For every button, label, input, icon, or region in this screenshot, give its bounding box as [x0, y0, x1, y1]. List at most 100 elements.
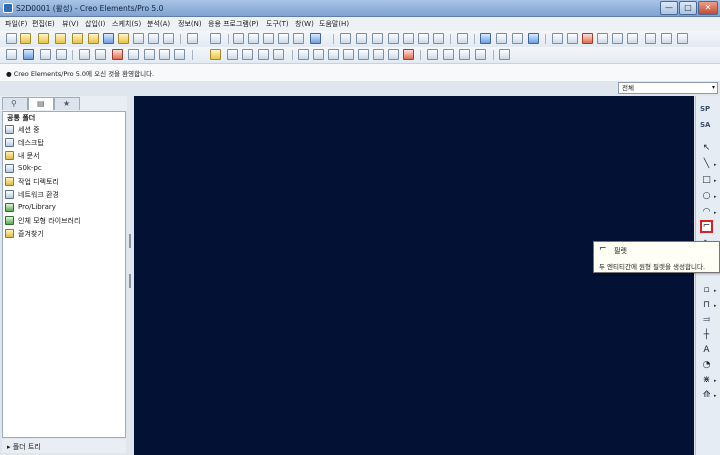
folder-icon[interactable]: [88, 33, 99, 44]
modify-icon[interactable]: ⫤: [700, 314, 713, 327]
tab-favorites[interactable]: ★: [54, 97, 80, 110]
dimension-icon[interactable]: ⊓: [700, 299, 713, 312]
menu-file[interactable]: 파일(F): [5, 19, 27, 29]
save-icon[interactable]: [103, 33, 114, 44]
shading-icon[interactable]: [174, 49, 185, 60]
regenerate-icon[interactable]: [293, 33, 304, 44]
section-icon[interactable]: [343, 49, 354, 60]
constraint-icon[interactable]: ┼: [700, 329, 713, 342]
no-hidden-icon[interactable]: [159, 49, 170, 60]
display-vertices-icon[interactable]: [528, 33, 539, 44]
mirror-tool-icon[interactable]: [273, 49, 284, 60]
line-icon[interactable]: ╲: [700, 158, 713, 171]
print-icon[interactable]: [148, 33, 159, 44]
csys-tool-icon[interactable]: [475, 49, 486, 60]
sort-icon[interactable]: [95, 49, 106, 60]
selection-filter-dropdown[interactable]: 전체 ▾: [618, 82, 718, 94]
select-icon[interactable]: ↖: [700, 142, 713, 155]
paste-icon[interactable]: [263, 33, 274, 44]
datum-axis-tool-icon[interactable]: [443, 49, 454, 60]
wireframe-icon[interactable]: [128, 49, 139, 60]
menu-analysis[interactable]: 분석(A): [147, 19, 170, 29]
model-tree-icon[interactable]: [40, 49, 51, 60]
folder-tree-toggle[interactable]: ▸ 폴더 트리: [2, 439, 126, 453]
datum-point-tool-icon[interactable]: [459, 49, 470, 60]
menu-window[interactable]: 창(W): [295, 19, 314, 29]
trim-icon[interactable]: ⋇: [700, 374, 713, 387]
rel-icon[interactable]: [298, 49, 309, 60]
tab-model-tree[interactable]: ⚲: [2, 97, 28, 110]
datum-points-icon[interactable]: [582, 33, 593, 44]
arc-icon[interactable]: ◠: [700, 206, 713, 219]
print-preview-icon[interactable]: [133, 33, 144, 44]
datum-planes-icon[interactable]: [552, 33, 563, 44]
saved-views-icon[interactable]: [677, 33, 688, 44]
sketched-curve-icon[interactable]: [499, 49, 510, 60]
menu-insert[interactable]: 삽입(I): [85, 19, 105, 29]
cut-icon[interactable]: [233, 33, 244, 44]
delete-icon[interactable]: [403, 49, 414, 60]
new-file-icon[interactable]: [6, 33, 17, 44]
window-icon[interactable]: [6, 49, 17, 60]
display-constraints-icon[interactable]: [496, 33, 507, 44]
layers-icon[interactable]: [661, 33, 672, 44]
orient-icon[interactable]: [388, 33, 399, 44]
copy-icon[interactable]: [248, 33, 259, 44]
undo-icon[interactable]: [187, 33, 198, 44]
menu-view[interactable]: 뷰(V): [62, 19, 79, 29]
tab-folder-browser[interactable]: ▤: [28, 97, 54, 110]
menu-info[interactable]: 정보(N): [178, 19, 202, 29]
hidden-line-icon[interactable]: [144, 49, 155, 60]
navigator-splitter[interactable]: [127, 96, 134, 455]
repaint-icon[interactable]: [372, 33, 383, 44]
refit-icon[interactable]: [356, 33, 367, 44]
zoom-in-icon[interactable]: [403, 33, 414, 44]
app-icon[interactable]: [3, 3, 13, 13]
datum-axes-icon[interactable]: [567, 33, 578, 44]
open-file-icon[interactable]: [20, 33, 31, 44]
trim-tool-icon[interactable]: [258, 49, 269, 60]
palette-icon[interactable]: ◔: [700, 359, 713, 372]
sketch-view-icon[interactable]: [242, 49, 253, 60]
spin-center-icon[interactable]: [627, 33, 638, 44]
asm-icon[interactable]: [55, 33, 66, 44]
analysis-icon[interactable]: [56, 49, 67, 60]
area-icon[interactable]: [358, 49, 369, 60]
browser-icon[interactable]: [23, 49, 34, 60]
text-icon[interactable]: A: [700, 344, 713, 357]
display-grid-icon[interactable]: [512, 33, 523, 44]
rectangle-icon[interactable]: □: [700, 174, 713, 187]
sketch-setup-icon[interactable]: [227, 49, 238, 60]
csys-icon[interactable]: [597, 33, 608, 44]
sp-label[interactable]: SP: [700, 105, 710, 113]
pdf-export-icon[interactable]: [38, 33, 49, 44]
redo-icon[interactable]: [210, 33, 221, 44]
interference-icon[interactable]: [388, 49, 399, 60]
sketch-icon[interactable]: [210, 49, 221, 60]
circle-icon[interactable]: ○: [700, 190, 713, 203]
save-copy-icon[interactable]: [118, 33, 129, 44]
maximize-button[interactable]: □: [679, 1, 697, 15]
mirror-icon[interactable]: ⟰: [700, 389, 713, 402]
find-icon[interactable]: [340, 33, 351, 44]
zoom-fit-icon[interactable]: [433, 33, 444, 44]
display-dims-icon[interactable]: [480, 33, 491, 44]
menu-help[interactable]: 도움말(H): [319, 19, 349, 29]
select-box-icon[interactable]: [310, 33, 321, 44]
minimize-button[interactable]: —: [660, 1, 678, 15]
send-mail-icon[interactable]: [163, 33, 174, 44]
datum-plane-tool-icon[interactable]: [427, 49, 438, 60]
filter-icon[interactable]: [79, 49, 90, 60]
menu-applications[interactable]: 응용 프로그램(P): [208, 19, 259, 29]
measure-icon[interactable]: [328, 49, 339, 60]
close-button[interactable]: ✕: [698, 1, 718, 15]
mass-icon[interactable]: [373, 49, 384, 60]
menu-tools[interactable]: 도구(T): [266, 19, 289, 29]
menu-sketch[interactable]: 스케치(S): [112, 19, 141, 29]
context-help-icon[interactable]: [457, 33, 468, 44]
fillet-icon[interactable]: ⌐: [700, 220, 713, 233]
param-icon[interactable]: [313, 49, 324, 60]
color-appearance-icon[interactable]: [112, 49, 123, 60]
zoom-out-icon[interactable]: [418, 33, 429, 44]
paste-special-icon[interactable]: [278, 33, 289, 44]
